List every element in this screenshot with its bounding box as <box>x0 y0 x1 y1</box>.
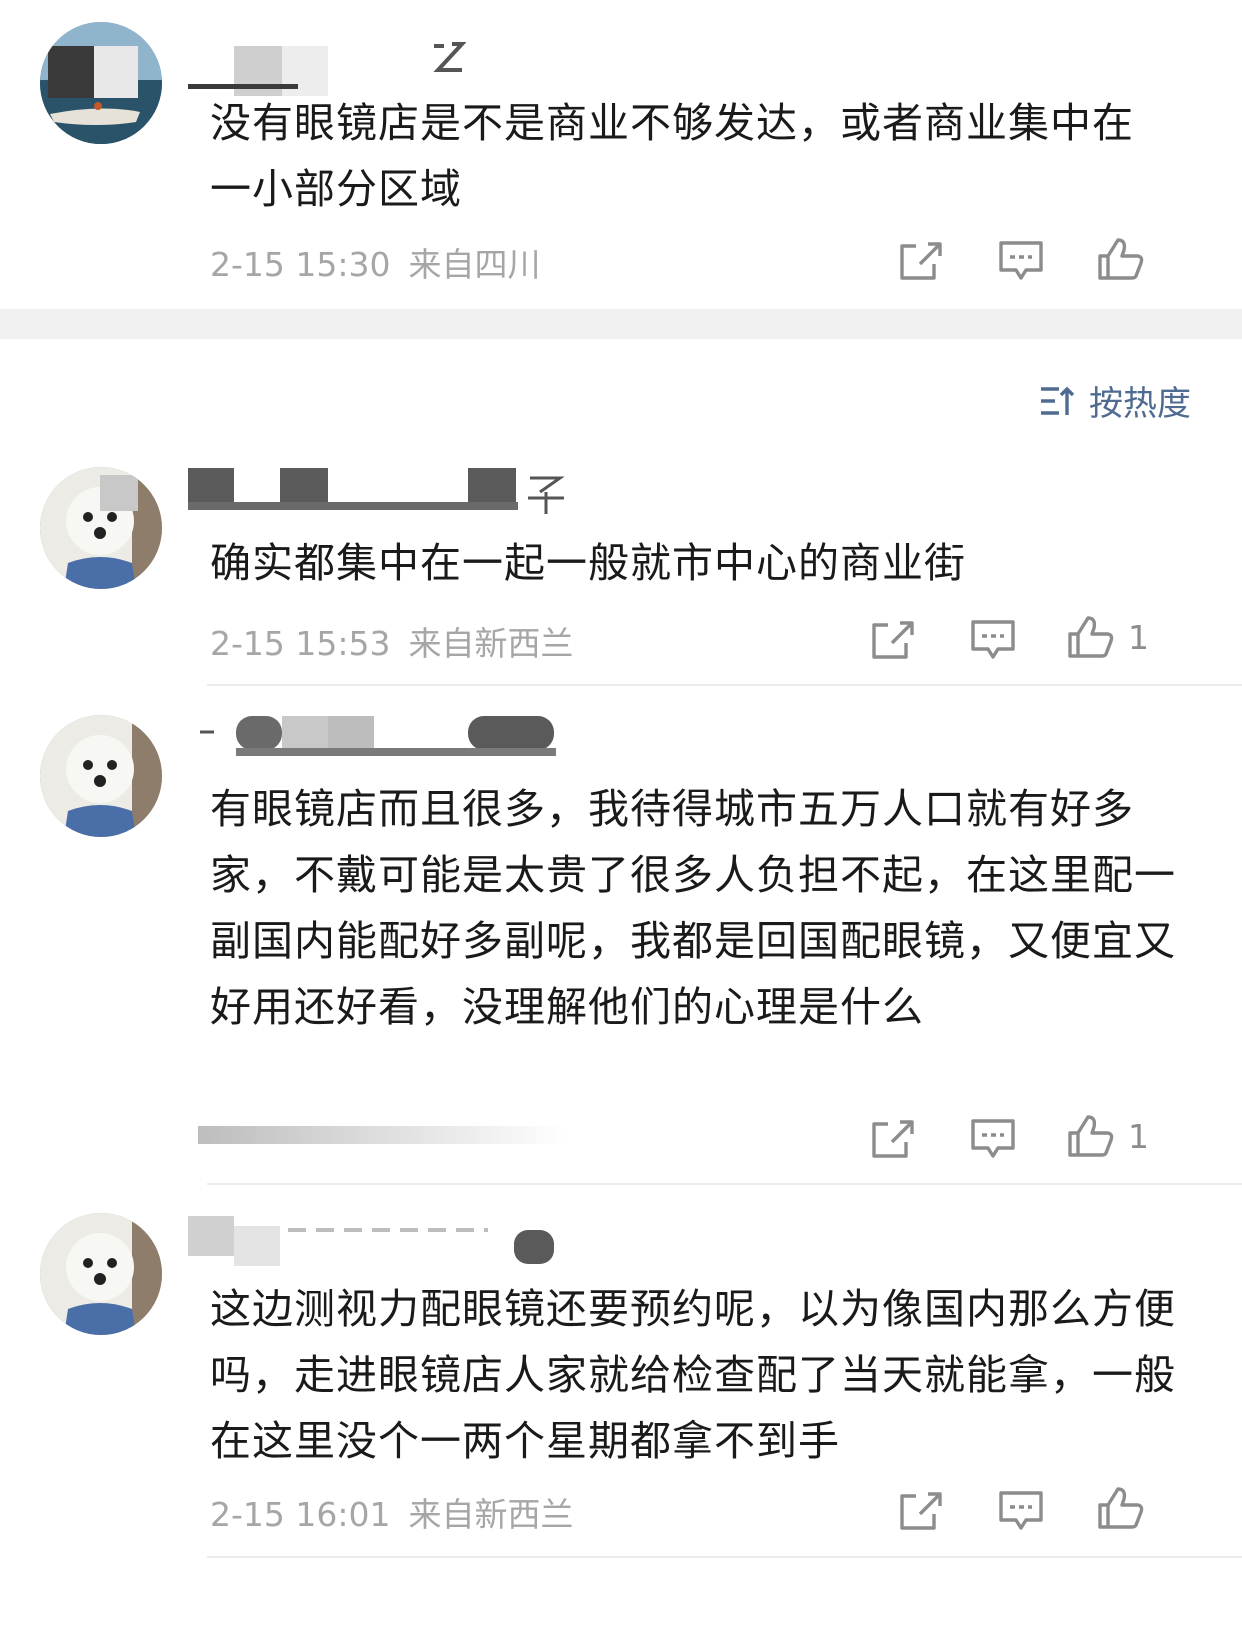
share-button[interactable] <box>896 1488 946 1534</box>
share-icon <box>900 242 942 280</box>
comment-text: 有眼镜店而且很多，我待得城市五万人口就有好多家，不戴可能是太贵了很多人负担不起，… <box>210 785 1176 1031</box>
section-separator <box>0 309 1242 339</box>
comment-icon <box>999 241 1043 280</box>
comment-location: 来自新西兰 <box>408 624 574 663</box>
comment-divider <box>207 684 1242 686</box>
comment-text: 这边测视力配眼镜还要预约呢，以为像国内那么方便吗，走进眼镜店人家就给检查配了当天… <box>210 1285 1176 1465</box>
comment-meta <box>210 1116 228 1155</box>
share-icon <box>900 1492 942 1530</box>
like-button[interactable] <box>1096 1485 1146 1531</box>
comment-meta: 2-15 15:53 来自新西兰 <box>210 617 574 665</box>
comment-icon <box>971 1119 1015 1158</box>
comment-location: 来自四川 <box>408 245 541 284</box>
like-button[interactable] <box>1066 614 1116 660</box>
redacted-username-tail <box>430 40 467 74</box>
comment-button[interactable] <box>996 238 1046 284</box>
comment-button[interactable] <box>996 1488 1046 1534</box>
like-button[interactable] <box>1066 1113 1116 1159</box>
thumbs-up-icon <box>1098 1487 1144 1529</box>
comment-divider <box>207 1183 1242 1185</box>
comment-text: 没有眼镜店是不是商业不够发达，或者商业集中在一小部分区域 <box>210 99 1134 213</box>
avatar[interactable] <box>40 467 162 589</box>
avatar[interactable] <box>40 22 162 144</box>
redacted-username <box>188 466 568 516</box>
thumbs-up-icon <box>1068 1115 1114 1157</box>
comment-location: 来自新西兰 <box>408 1495 574 1534</box>
comment-button[interactable] <box>968 617 1018 663</box>
thumbs-up-icon <box>1098 238 1144 280</box>
redacted-username <box>196 714 566 758</box>
comment-date: 2-15 15:30 <box>210 245 391 284</box>
comment-meta: 2-15 15:30 来自四川 <box>210 238 541 286</box>
sort-label: 按热度 <box>1089 384 1191 424</box>
avatar[interactable] <box>40 1213 162 1335</box>
avatar[interactable] <box>40 715 162 837</box>
sort-icon <box>1041 386 1075 415</box>
sort-by-hot-button[interactable]: 按热度 <box>1037 376 1191 425</box>
redacted-meta <box>198 1122 568 1148</box>
like-count: 1 <box>1128 1117 1149 1156</box>
comment-text: 确实都集中在一起一般就市中心的商业街 <box>210 539 966 587</box>
comment-feed: 没有眼镜店是不是商业不够发达，或者商业集中在一小部分区域 2-15 15:30 来… <box>0 0 1242 1641</box>
share-icon <box>872 1120 914 1158</box>
comment-icon <box>999 1491 1043 1530</box>
share-button[interactable] <box>868 1116 918 1162</box>
comment-date: 2-15 15:53 <box>210 624 391 663</box>
comment-date: 2-15 16:01 <box>210 1495 391 1534</box>
comment-divider <box>207 1556 1242 1558</box>
like-count: 1 <box>1128 618 1149 657</box>
thumbs-up-icon <box>1068 616 1114 658</box>
share-button[interactable] <box>896 238 946 284</box>
comment-icon <box>971 620 1015 659</box>
share-button[interactable] <box>868 617 918 663</box>
share-icon <box>872 621 914 659</box>
redacted-username <box>188 46 328 96</box>
comment-button[interactable] <box>968 1116 1018 1162</box>
like-button[interactable] <box>1096 236 1146 282</box>
comment-meta: 2-15 16:01 来自新西兰 <box>210 1488 574 1536</box>
redacted-username <box>188 1216 568 1266</box>
